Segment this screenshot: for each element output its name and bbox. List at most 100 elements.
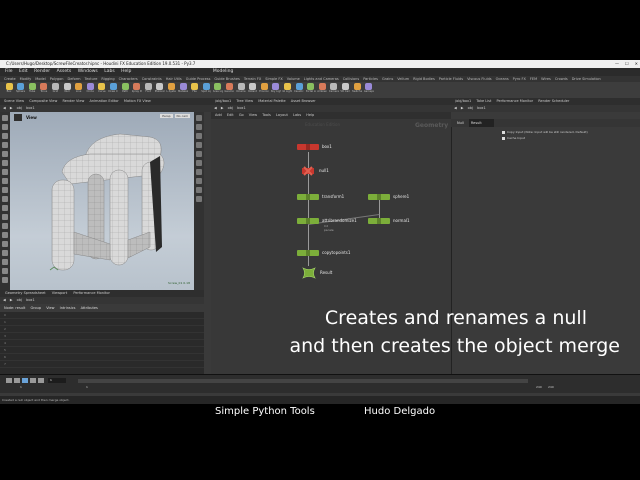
net-menu-view[interactable]: View <box>249 113 257 117</box>
shelf-tab[interactable]: Lights and Cameras <box>304 77 339 81</box>
display-icon[interactable] <box>196 115 202 121</box>
tab-performance[interactable]: Performance Monitor <box>497 99 534 103</box>
timeline-slider[interactable] <box>78 379 528 383</box>
jump-end-icon[interactable] <box>38 378 44 383</box>
menu-assets[interactable]: Assets <box>57 69 72 74</box>
bg-icon[interactable] <box>196 160 202 166</box>
tab-performance-monitor[interactable]: Performance Monitor <box>73 291 110 295</box>
snap-icon[interactable] <box>2 178 8 184</box>
view-icon[interactable] <box>2 169 8 175</box>
path-obj[interactable]: obj <box>17 106 22 110</box>
shelf-tool-button[interactable]: Metaball <box>178 83 188 97</box>
tab-parameters[interactable]: /obj/box1 <box>455 99 471 103</box>
net-menu-help[interactable]: Help <box>306 113 314 117</box>
brush-icon[interactable] <box>2 250 8 256</box>
shelf-tab[interactable]: Drive Simulation <box>572 77 601 81</box>
wire-icon[interactable] <box>2 277 8 283</box>
move-icon[interactable] <box>2 124 8 130</box>
checkbox-icon[interactable] <box>502 136 505 140</box>
net-menu-tools[interactable]: Tools <box>262 113 271 117</box>
step-back-icon[interactable] <box>14 378 20 383</box>
shelf-tool-button[interactable]: Draw Curve <box>108 83 118 97</box>
net-menu-go[interactable]: Go <box>239 113 244 117</box>
shelf-tool-button[interactable]: Environment Light <box>259 83 269 97</box>
minimize-icon[interactable]: — <box>615 60 619 68</box>
shelf-tab[interactable]: Modify <box>20 77 32 81</box>
menu-file[interactable]: File <box>5 69 13 74</box>
shelf-tool-button[interactable]: GI Light <box>282 83 292 97</box>
home-icon[interactable] <box>196 196 202 202</box>
shelf-tool-button[interactable]: Tube <box>27 83 37 97</box>
tab-composite-view[interactable]: Composite View <box>29 99 57 103</box>
shelf-tool-button[interactable]: Sphere <box>16 83 26 97</box>
shelf-tool-button[interactable]: Grid <box>50 83 60 97</box>
shelf-tool-button[interactable]: Switcher <box>352 83 362 97</box>
back-icon[interactable]: ◀ <box>454 106 457 110</box>
back-icon[interactable]: ◀ <box>3 298 6 302</box>
menu-help[interactable]: Help <box>121 69 131 74</box>
wireframe-icon[interactable] <box>196 133 202 139</box>
shelf-tool-button[interactable]: Gamepad Camera <box>364 83 374 97</box>
node-attribrandomize1[interactable] <box>297 218 319 224</box>
pose-icon[interactable] <box>2 160 8 166</box>
menu-edit[interactable]: Edit <box>19 69 28 74</box>
shelf-tab[interactable]: Constraints <box>142 77 162 81</box>
shelf-tool-button[interactable]: Torus <box>39 83 49 97</box>
range-end[interactable]: 240 <box>536 385 542 389</box>
path-obj[interactable]: obj <box>468 106 473 110</box>
shading-icon[interactable] <box>196 124 202 130</box>
play-icon[interactable] <box>30 378 36 383</box>
cache-input-checkbox[interactable]: Cache Input <box>502 136 525 140</box>
edge-icon[interactable] <box>2 214 8 220</box>
tab-network[interactable]: /obj/box1 <box>215 99 231 103</box>
forward-icon[interactable]: ▶ <box>221 106 224 110</box>
shelf-tool-button[interactable]: Portal Light <box>306 83 316 97</box>
shelf-tab[interactable]: Deform <box>68 77 81 81</box>
shelf-tab[interactable]: Model <box>35 77 46 81</box>
scale-icon[interactable] <box>2 142 8 148</box>
range-end-2[interactable]: 240 <box>548 385 554 389</box>
forward-icon[interactable]: ▶ <box>10 298 13 302</box>
net-menu-labs[interactable]: Labs <box>293 113 301 117</box>
node-copytopoints1[interactable] <box>297 250 319 256</box>
sheet-group-field[interactable]: Group <box>30 306 41 310</box>
shelf-tool-button[interactable]: Spot Light <box>201 83 211 97</box>
light-icon[interactable] <box>2 268 8 274</box>
tab-geometry-spreadsheet[interactable]: Geometry Spreadsheet <box>5 291 46 295</box>
ghost-icon[interactable] <box>196 169 202 175</box>
sheet-attributes-field[interactable]: Attributes <box>81 306 98 310</box>
shelf-tool-button[interactable]: File <box>190 83 200 97</box>
node-sphere1[interactable] <box>368 194 390 200</box>
scene-viewport[interactable]: View Persp No cam Screw_01 0.18 <box>10 112 194 290</box>
shelf-tab[interactable]: Crowds <box>555 77 568 81</box>
shelf-tab[interactable]: Guide Brushes <box>214 77 239 81</box>
shelf-tool-button[interactable]: Platonic Solids <box>155 83 165 97</box>
tab-material-palette[interactable]: Material Palette <box>258 99 285 103</box>
shelf-tab[interactable]: Particles <box>363 77 378 81</box>
shelf-tab[interactable]: Polygon <box>50 77 64 81</box>
copy-input-checkbox[interactable]: Copy Input (Note: Input will be still re… <box>502 130 588 134</box>
shelf-tool-button[interactable]: VR Camera <box>340 83 350 97</box>
net-menu-edit[interactable]: Edit <box>227 113 234 117</box>
shelf-tab[interactable]: Rigging <box>101 77 114 81</box>
shelf-tool-button[interactable]: Volume Light <box>236 83 246 97</box>
sheet-intrinsics-field[interactable]: Intrinsics <box>60 306 76 310</box>
shelf-tab[interactable]: Wires <box>541 77 551 81</box>
select-icon[interactable] <box>2 115 8 121</box>
template-icon[interactable] <box>196 178 202 184</box>
shelf-tab[interactable]: Rigid Bodies <box>413 77 435 81</box>
shelf-tool-button[interactable]: Curve <box>97 83 107 97</box>
geometry-spreadsheet[interactable]: 0 1 2 3 4 5 6 7 <box>0 312 204 374</box>
shelf-tool-button[interactable]: Box <box>4 83 14 97</box>
shelf-tab[interactable]: Grains <box>382 77 393 81</box>
path-box1[interactable]: box1 <box>26 106 35 110</box>
maximize-icon[interactable]: ☐ <box>625 60 629 68</box>
shelf-tab[interactable]: Collisions <box>343 77 359 81</box>
path-box1[interactable]: box1 <box>237 106 246 110</box>
point-icon[interactable] <box>2 205 8 211</box>
shelf-tool-button[interactable]: L-System <box>166 83 176 97</box>
menu-windows[interactable]: Windows <box>78 69 98 74</box>
forward-icon[interactable]: ▶ <box>461 106 464 110</box>
workspace-selector[interactable]: Modeling <box>213 69 233 74</box>
forward-icon[interactable]: ▶ <box>10 106 13 110</box>
